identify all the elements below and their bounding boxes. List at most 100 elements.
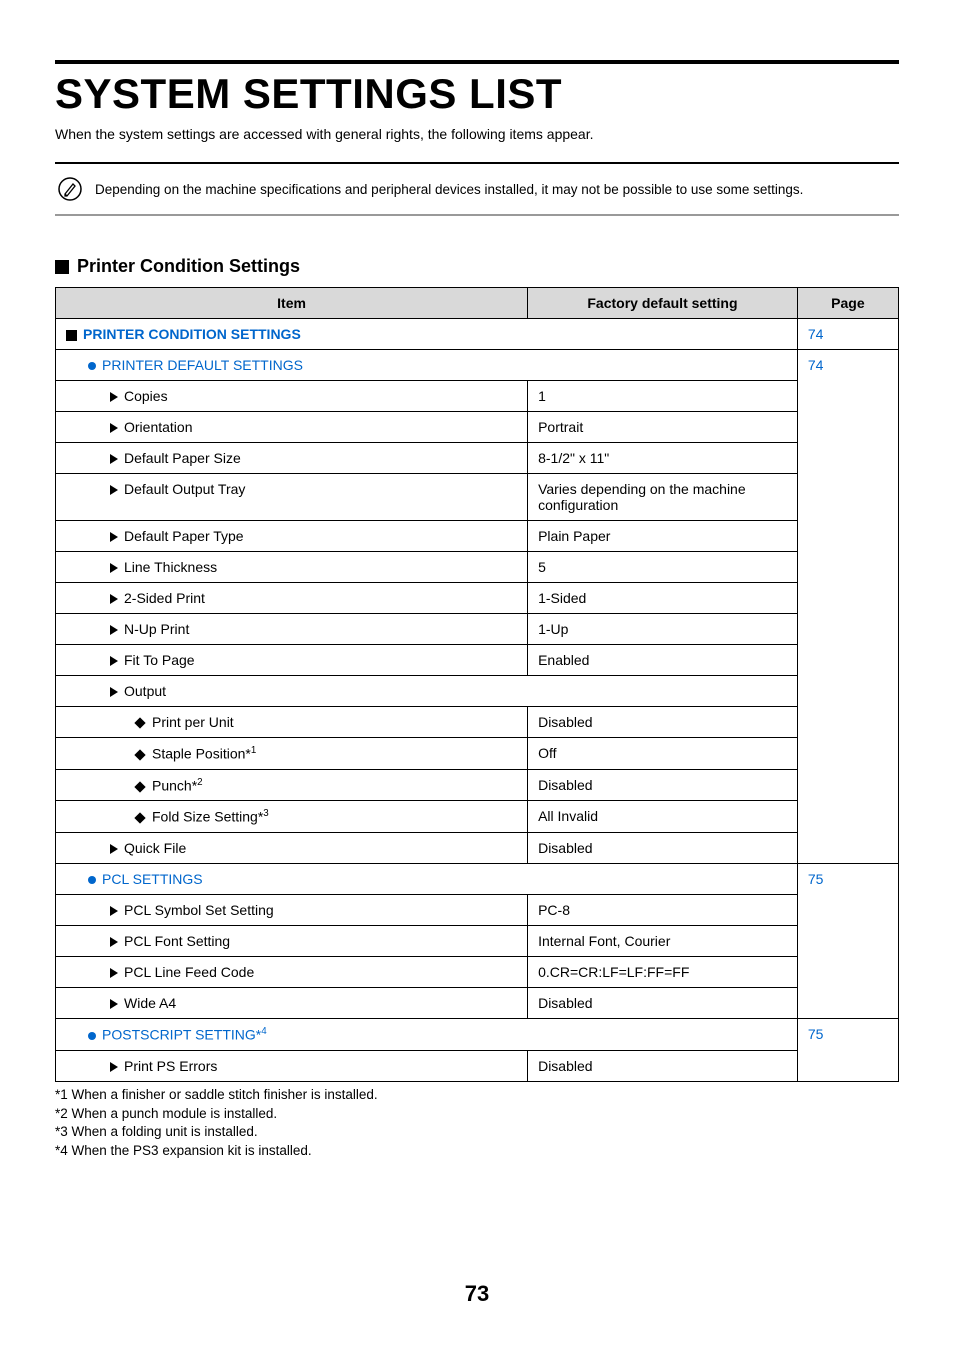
default-cell: Enabled <box>528 645 798 676</box>
item-label: POSTSCRIPT SETTING* <box>102 1027 261 1043</box>
table-row: Fit To PageEnabled <box>56 645 899 676</box>
default-cell: Disabled <box>528 1050 798 1081</box>
note-box: Depending on the machine specifications … <box>55 162 899 216</box>
item-cell: Staple Position*1 <box>56 738 528 770</box>
triangle-bullet-icon <box>110 844 118 854</box>
triangle-bullet-icon <box>110 906 118 916</box>
page-link[interactable]: 75 <box>797 863 898 1018</box>
item-label: Print PS Errors <box>124 1058 217 1074</box>
table-row: PRINTER DEFAULT SETTINGS74 <box>56 350 899 381</box>
item-label: Print per Unit <box>152 714 234 730</box>
default-cell: 5 <box>528 552 798 583</box>
item-cell: PRINTER CONDITION SETTINGS <box>56 319 798 350</box>
default-cell: Internal Font, Courier <box>528 925 798 956</box>
table-row: Copies 1 <box>56 381 899 412</box>
item-cell: PCL Font Setting <box>56 925 528 956</box>
default-cell: Disabled <box>528 987 798 1018</box>
item-cell: Print PS Errors <box>56 1050 528 1081</box>
item-label: Orientation <box>124 419 192 435</box>
table-row: PRINTER CONDITION SETTINGS 74 <box>56 319 899 350</box>
table-row: Fold Size Setting*3All Invalid <box>56 801 899 833</box>
page-link[interactable]: 75 <box>797 1018 898 1081</box>
item-label: Punch* <box>152 777 197 793</box>
table-row: Default Paper Size8-1/2" x 11" <box>56 443 899 474</box>
diamond-bullet-icon <box>134 813 145 824</box>
item-label: PRINTER CONDITION SETTINGS <box>83 326 301 342</box>
circle-bullet-icon <box>88 1032 96 1040</box>
item-label: Staple Position* <box>152 746 251 762</box>
item-cell: Quick File <box>56 832 528 863</box>
table-row: PCL Symbol Set SettingPC-8 <box>56 894 899 925</box>
triangle-bullet-icon <box>110 423 118 433</box>
diamond-bullet-icon <box>134 781 145 792</box>
item-cell: Orientation <box>56 412 528 443</box>
triangle-bullet-icon <box>110 392 118 402</box>
item-cell: Line Thickness <box>56 552 528 583</box>
circle-bullet-icon <box>88 362 96 370</box>
item-cell: Wide A4 <box>56 987 528 1018</box>
default-cell: 1-Up <box>528 614 798 645</box>
page-link[interactable]: 74 <box>797 350 898 864</box>
default-cell: Plain Paper <box>528 521 798 552</box>
triangle-bullet-icon <box>110 594 118 604</box>
note-text: Depending on the machine specifications … <box>85 182 803 197</box>
section-heading-text: Printer Condition Settings <box>77 256 300 277</box>
table-row: Print PS Errors Disabled <box>56 1050 899 1081</box>
item-cell: 2-Sided Print <box>56 583 528 614</box>
item-cell: PRINTER DEFAULT SETTINGS <box>56 350 798 381</box>
item-cell: PCL SETTINGS <box>56 863 798 894</box>
item-label: Wide A4 <box>124 995 176 1011</box>
diamond-bullet-icon <box>134 718 145 729</box>
footnotes: *1 When a finisher or saddle stitch fini… <box>55 1086 899 1162</box>
table-header-row: Item Factory default setting Page <box>56 288 899 319</box>
item-label: Default Output Tray <box>124 481 245 497</box>
diamond-bullet-icon <box>134 749 145 760</box>
item-label: PCL Line Feed Code <box>124 964 254 980</box>
circle-bullet-icon <box>88 876 96 884</box>
item-label: PCL Symbol Set Setting <box>124 902 274 918</box>
table-row: PCL Font SettingInternal Font, Courier <box>56 925 899 956</box>
item-cell: Default Output Tray <box>56 474 528 521</box>
table-row: OrientationPortrait <box>56 412 899 443</box>
triangle-bullet-icon <box>110 563 118 573</box>
default-cell: 0.CR=CR:LF=LF:FF=FF <box>528 956 798 987</box>
item-label: Quick File <box>124 840 186 856</box>
item-label: Output <box>124 683 166 699</box>
footnote-line: *2 When a punch module is installed. <box>55 1105 899 1124</box>
settings-table: Item Factory default setting Page PRINTE… <box>55 287 899 1082</box>
pencil-circle-icon <box>55 176 85 202</box>
footnote-line: *3 When a folding unit is installed. <box>55 1123 899 1142</box>
intro-text: When the system settings are accessed wi… <box>55 126 899 142</box>
default-cell: 1-Sided <box>528 583 798 614</box>
page-link[interactable]: 74 <box>797 319 898 350</box>
triangle-bullet-icon <box>110 454 118 464</box>
table-row: 2-Sided Print1-Sided <box>56 583 899 614</box>
triangle-bullet-icon <box>110 1062 118 1072</box>
default-cell: 8-1/2" x 11" <box>528 443 798 474</box>
default-cell: Off <box>528 738 798 770</box>
table-row: PCL SETTINGS75 <box>56 863 899 894</box>
item-cell: Default Paper Size <box>56 443 528 474</box>
item-label: Fold Size Setting* <box>152 809 263 825</box>
default-cell: All Invalid <box>528 801 798 833</box>
header-default: Factory default setting <box>528 288 798 319</box>
item-cell: Default Paper Type <box>56 521 528 552</box>
footnote-line: *4 When the PS3 expansion kit is install… <box>55 1142 899 1161</box>
item-cell: Fold Size Setting*3 <box>56 801 528 833</box>
table-row: POSTSCRIPT SETTING*475 <box>56 1018 899 1050</box>
table-row: N-Up Print1-Up <box>56 614 899 645</box>
item-label: PCL SETTINGS <box>102 871 203 887</box>
item-label: Line Thickness <box>124 559 217 575</box>
default-cell: Varies depending on the machine configur… <box>528 474 798 521</box>
item-label: Default Paper Type <box>124 528 244 544</box>
default-cell: 1 <box>528 381 798 412</box>
item-cell: Output <box>56 676 798 707</box>
item-cell: N-Up Print <box>56 614 528 645</box>
page-number: 73 <box>55 1281 899 1307</box>
item-cell: Punch*2 <box>56 769 528 801</box>
item-cell: PCL Line Feed Code <box>56 956 528 987</box>
table-row: Default Paper Type Plain Paper <box>56 521 899 552</box>
triangle-bullet-icon <box>110 656 118 666</box>
item-label: Copies <box>124 388 168 404</box>
triangle-bullet-icon <box>110 937 118 947</box>
